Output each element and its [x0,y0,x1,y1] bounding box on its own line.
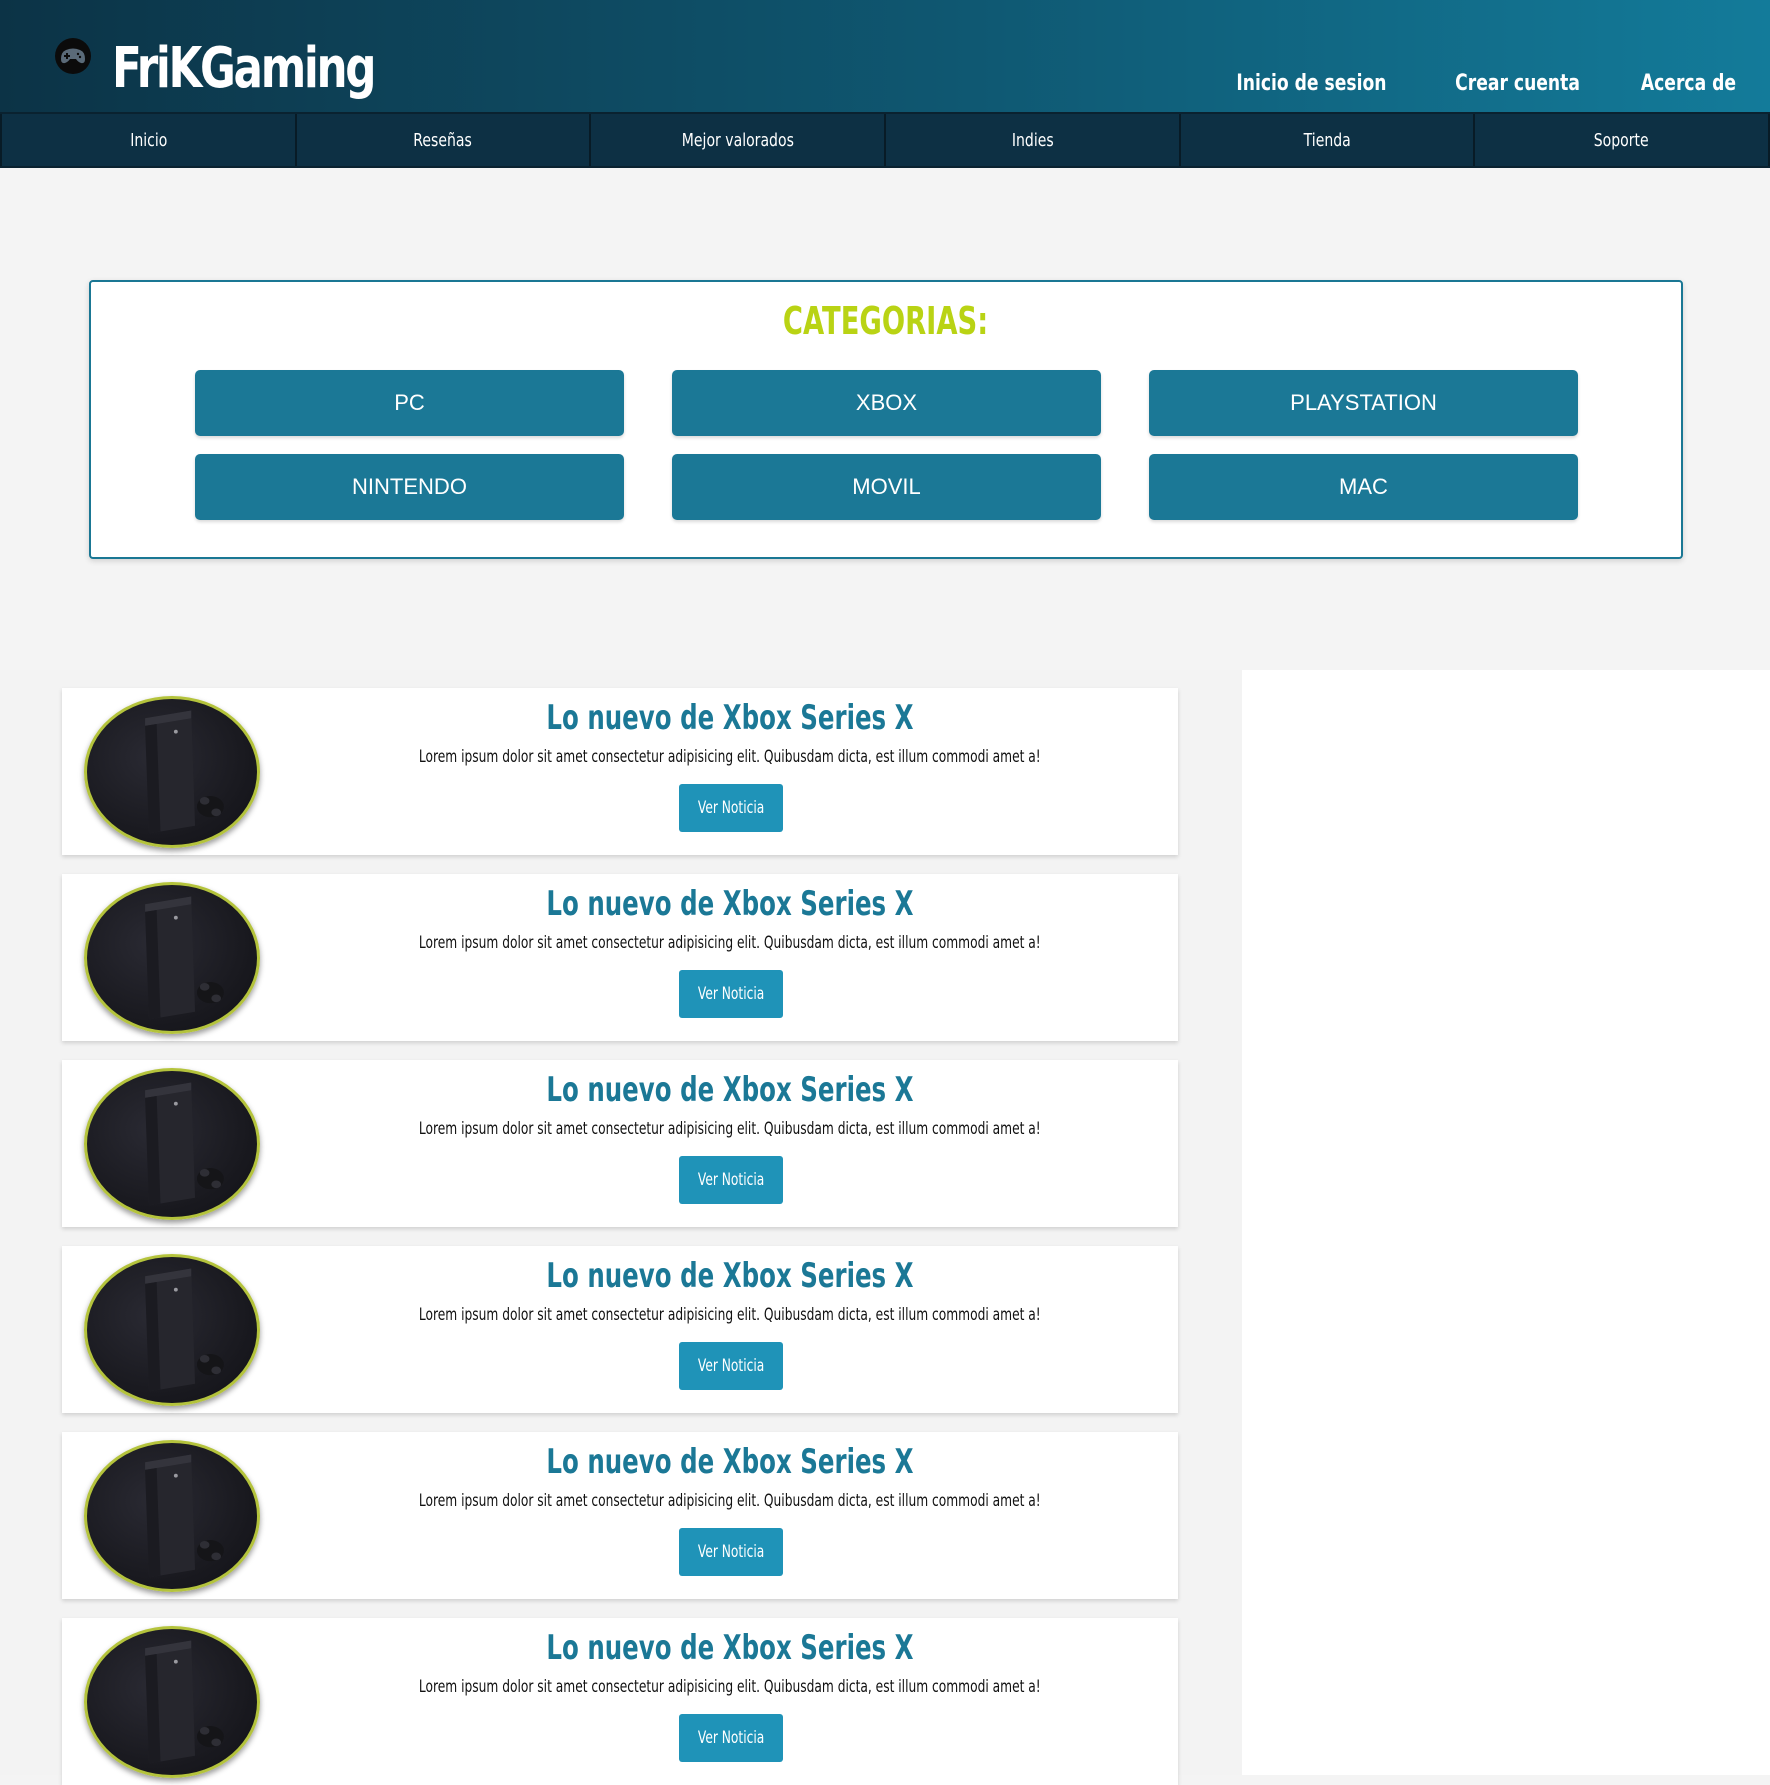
nav-item-resenas[interactable]: Reseñas [294,114,590,166]
nav-item-label: Mejor valorados [681,129,794,151]
news-title: Lo nuevo de Xbox Series X [282,1254,1178,1298]
news-title: Lo nuevo de Xbox Series X [282,882,1178,926]
console-image [84,1254,260,1406]
view-news-button-label: Ver Noticia [697,1728,765,1748]
news-title-text: Lo nuevo de Xbox Series X [546,1628,914,1668]
category-button-mac[interactable]: MAC [1149,454,1578,520]
gamepad-icon[interactable] [55,38,91,74]
news-title-text: Lo nuevo de Xbox Series X [546,1442,914,1482]
news-title: Lo nuevo de Xbox Series X [282,1626,1178,1670]
news-excerpt-text: Lorem ipsum dolor sit amet consectetur a… [419,1119,1041,1139]
view-news-button[interactable]: Ver Noticia [679,784,783,832]
account-links: Inicio de sesion Crear cuenta Acerca de [1160,68,1736,100]
category-button-pc[interactable]: PC [195,370,624,436]
about-link[interactable]: Acerca de [1641,68,1736,100]
view-news-button[interactable]: Ver Noticia [679,1528,783,1576]
nav-item-inicio[interactable]: Inicio [0,114,295,166]
news-title-text: Lo nuevo de Xbox Series X [546,884,914,924]
site-brand[interactable]: FriKGaming [112,34,377,104]
view-news-button[interactable]: Ver Noticia [679,1342,783,1390]
view-news-button-label: Ver Noticia [697,1542,765,1562]
main-nav: Inicio Reseñas Mejor valorados Indies Ti… [0,112,1770,168]
view-news-button-label: Ver Noticia [697,1170,765,1190]
news-excerpt-text: Lorem ipsum dolor sit amet consectetur a… [419,1491,1041,1511]
console-image [84,696,260,848]
view-news-button-label: Ver Noticia [697,1356,765,1376]
news-list: Lo nuevo de Xbox Series X Lorem ipsum do… [0,670,1242,1785]
category-button-xbox[interactable]: XBOX [672,370,1101,436]
category-button-movil[interactable]: MOVIL [672,454,1101,520]
create-account-link[interactable]: Crear cuenta [1455,68,1580,100]
nav-item-soporte[interactable]: Soporte [1473,114,1770,166]
site-header: FriKGaming Inicio de sesion Crear cuenta… [0,0,1770,112]
news-card: Lo nuevo de Xbox Series X Lorem ipsum do… [62,1060,1178,1227]
news-title: Lo nuevo de Xbox Series X [282,1068,1178,1112]
console-image [84,882,260,1034]
nav-item-label: Tienda [1303,129,1351,151]
news-card: Lo nuevo de Xbox Series X Lorem ipsum do… [62,688,1178,855]
categories-title-text: CATEGORIAS: [783,299,989,343]
view-news-button-label: Ver Noticia [697,798,765,818]
view-news-button-label: Ver Noticia [697,984,765,1004]
news-title-text: Lo nuevo de Xbox Series X [546,1070,914,1110]
news-title-text: Lo nuevo de Xbox Series X [546,1256,914,1296]
news-excerpt: Lorem ipsum dolor sit amet consectetur a… [282,745,1178,769]
categories-title: CATEGORIAS: [91,296,1681,346]
news-excerpt: Lorem ipsum dolor sit amet consectetur a… [282,1489,1178,1513]
nav-item-label: Soporte [1594,129,1650,151]
view-news-button[interactable]: Ver Noticia [679,1714,783,1762]
news-excerpt-text: Lorem ipsum dolor sit amet consectetur a… [419,1305,1041,1325]
nav-item-tienda[interactable]: Tienda [1178,114,1474,166]
news-card: Lo nuevo de Xbox Series X Lorem ipsum do… [62,1432,1178,1599]
news-excerpt-text: Lorem ipsum dolor sit amet consectetur a… [419,747,1041,767]
news-excerpt: Lorem ipsum dolor sit amet consectetur a… [282,1117,1178,1141]
news-title-text: Lo nuevo de Xbox Series X [546,698,914,738]
category-button-playstation[interactable]: PLAYSTATION [1149,370,1578,436]
nav-item-label: Reseñas [413,129,473,151]
nav-item-mejor-valorados[interactable]: Mejor valorados [589,114,884,166]
news-card: Lo nuevo de Xbox Series X Lorem ipsum do… [62,874,1178,1041]
view-news-button[interactable]: Ver Noticia [679,970,783,1018]
category-button-nintendo[interactable]: NINTENDO [195,454,624,520]
view-news-button[interactable]: Ver Noticia [679,1156,783,1204]
news-card: Lo nuevo de Xbox Series X Lorem ipsum do… [62,1246,1178,1413]
console-image [84,1440,260,1592]
news-excerpt: Lorem ipsum dolor sit amet consectetur a… [282,1675,1178,1699]
news-card: Lo nuevo de Xbox Series X Lorem ipsum do… [62,1618,1178,1785]
nav-item-indies[interactable]: Indies [884,114,1179,166]
categories-panel: CATEGORIAS: PC XBOX PLAYSTATION NINTENDO… [89,280,1683,559]
nav-item-label: Indies [1011,129,1054,151]
news-excerpt: Lorem ipsum dolor sit amet consectetur a… [282,931,1178,955]
news-title: Lo nuevo de Xbox Series X [282,1440,1178,1484]
console-image [84,1626,260,1778]
news-excerpt-text: Lorem ipsum dolor sit amet consectetur a… [419,1677,1041,1697]
news-excerpt: Lorem ipsum dolor sit amet consectetur a… [282,1303,1178,1327]
nav-item-label: Inicio [129,129,167,151]
news-section: Lo nuevo de Xbox Series X Lorem ipsum do… [0,670,1770,1785]
login-link[interactable]: Inicio de sesion [1236,68,1386,100]
console-image [84,1068,260,1220]
news-excerpt-text: Lorem ipsum dolor sit amet consectetur a… [419,933,1041,953]
news-title: Lo nuevo de Xbox Series X [282,696,1178,740]
